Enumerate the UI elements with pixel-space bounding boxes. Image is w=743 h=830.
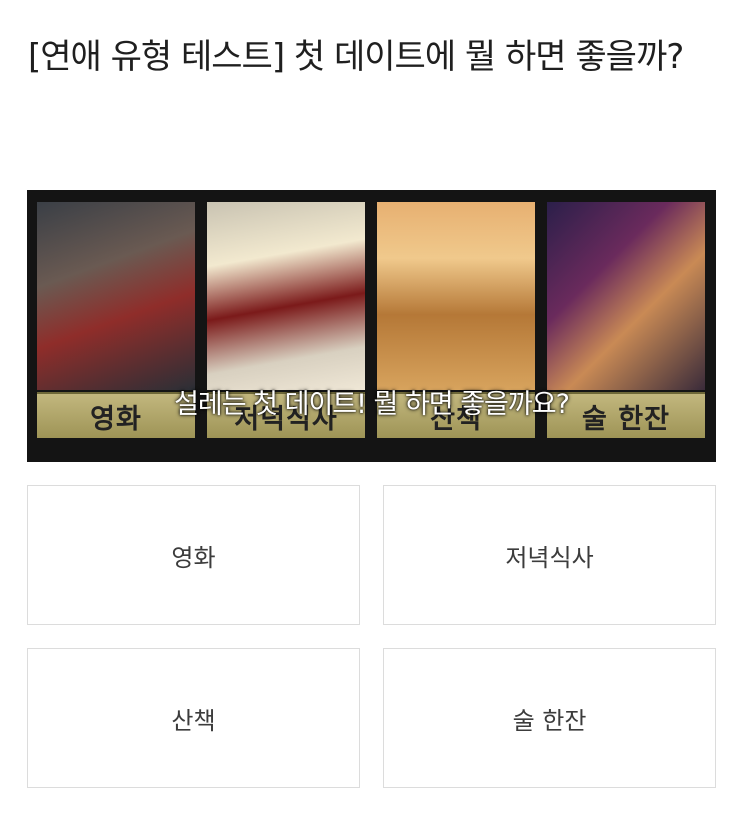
question-overlay-text: 설레는 첫 데이트! 뭘 하면 좋을까요? (174, 389, 570, 420)
choice-button-movie[interactable]: 영화 (27, 485, 360, 625)
choice-button-walk[interactable]: 산책 (27, 648, 360, 788)
page-title: [연애 유형 테스트] 첫 데이트에 뭘 하면 좋을까? (28, 37, 684, 77)
dinner-wine-photo (207, 202, 365, 390)
choice-button-drink[interactable]: 술 한잔 (383, 648, 716, 788)
couple-movie-photo (37, 202, 195, 390)
bar-drinks-photo (547, 202, 705, 390)
test-page: [연애 유형 테스트] 첫 데이트에 뭘 하면 좋을까? 영화 저녁식사 산책 … (0, 0, 743, 830)
choice-button-dinner[interactable]: 저녁식사 (383, 485, 716, 625)
walk-holding-hands-photo (377, 202, 535, 390)
question-image: 영화 저녁식사 산책 술 한잔 설레는 첫 데이트! 뭘 하면 좋을까요? (27, 190, 716, 462)
